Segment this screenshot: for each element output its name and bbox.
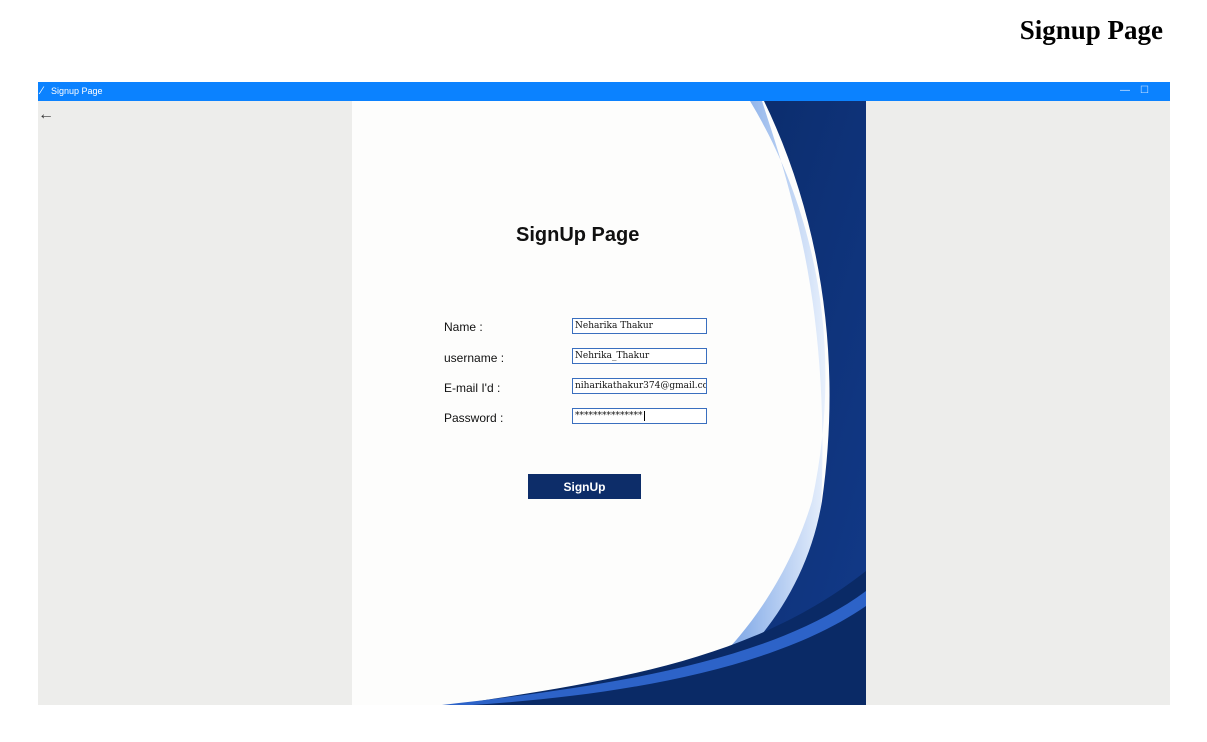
minimize-icon[interactable]: — (1120, 85, 1130, 97)
password-value: *************** (575, 411, 643, 421)
username-input[interactable]: Nehrika_Thakur (572, 348, 707, 364)
document-heading: Signup Page (1019, 15, 1163, 45)
title-bar: ⁄ Signup Page — ☐ (38, 82, 1170, 101)
password-label: Password : (444, 411, 504, 425)
signup-form-panel: SignUp Page Name : Neharika Thakur usern… (352, 101, 866, 705)
app-window: ⁄ Signup Page — ☐ ← SignUp Page Name: N… (38, 82, 1170, 705)
password-input[interactable]: *************** (572, 408, 707, 424)
text-caret (643, 410, 645, 421)
wave-background (442, 101, 866, 705)
maximize-icon[interactable]: ☐ (1140, 85, 1149, 97)
email-input[interactable]: niharikathakur374@gmail.com (572, 378, 707, 394)
back-arrow-icon[interactable]: ← (38, 106, 54, 124)
feather-icon: ⁄ (41, 85, 43, 97)
name-input[interactable]: Neharika Thakur (572, 318, 707, 334)
form-title: SignUp Page (516, 224, 640, 246)
name-label: Name : (444, 320, 483, 334)
signup-button[interactable]: SignUp (528, 474, 641, 499)
username-label: username : (444, 351, 505, 365)
email-label: E-mail I'd : (444, 381, 501, 395)
window-title: Signup Page (51, 86, 103, 96)
